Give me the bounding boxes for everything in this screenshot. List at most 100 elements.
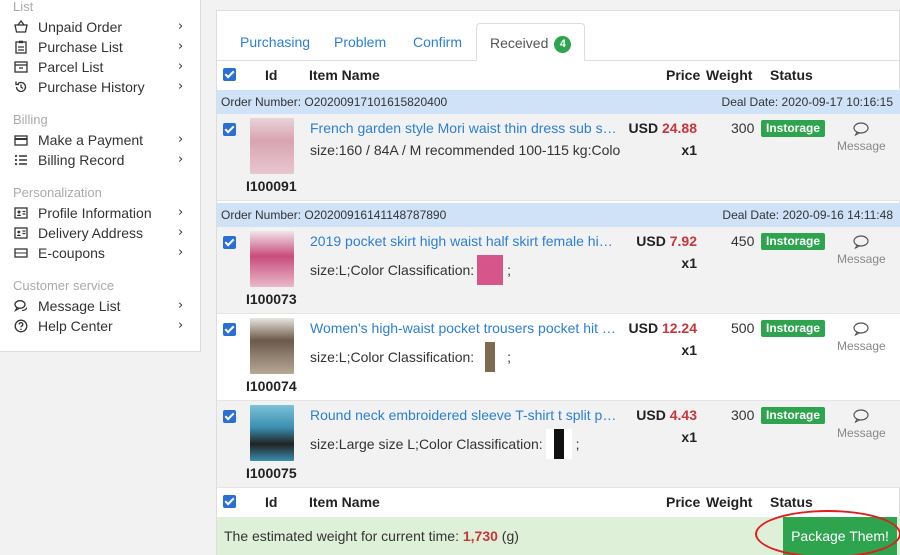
- sidebar-item-label: Profile Information: [38, 205, 152, 221]
- price: USD 7.92: [636, 233, 697, 249]
- message-button[interactable]: Message: [837, 122, 886, 153]
- quantity: x1: [681, 429, 697, 445]
- chevron-right-icon: ›: [178, 59, 184, 74]
- section-title-billing: Billing: [13, 112, 48, 127]
- product-thumbnail[interactable]: [250, 118, 294, 174]
- row-checkbox[interactable]: [223, 410, 236, 423]
- row-checkbox[interactable]: [223, 123, 236, 136]
- message-label: Message: [837, 139, 886, 153]
- sidebar-item-make-a-payment[interactable]: Make a Payment ›: [0, 130, 200, 150]
- question-icon: [14, 319, 28, 333]
- history-icon: [14, 80, 28, 94]
- column-header-weight: Weight: [706, 494, 753, 510]
- weight: 300: [731, 120, 755, 136]
- tab-problem[interactable]: Problem: [334, 25, 386, 60]
- status-badge: Instorage: [761, 120, 826, 137]
- sidebar-item-billing-record[interactable]: Billing Record ›: [0, 150, 200, 170]
- tab-received[interactable]: Received 4: [476, 23, 586, 61]
- sidebar-item-purchase-list[interactable]: Purchase List ›: [0, 37, 200, 57]
- column-header-status: Status: [770, 494, 813, 510]
- tab-purchasing[interactable]: Purchasing: [240, 25, 310, 60]
- product-thumbnail[interactable]: [250, 231, 294, 287]
- section-title-customer-service: Customer service: [13, 278, 115, 293]
- estimated-weight-text: The estimated weight for current time: 1…: [224, 528, 519, 544]
- chevron-right-icon: ›: [178, 225, 184, 240]
- chevron-right-icon: ›: [178, 298, 184, 313]
- estimated-weight-label: The estimated weight for current time:: [224, 528, 463, 544]
- product-title-link[interactable]: Round neck embroidered sleeve T-shirt t …: [310, 407, 620, 423]
- summary-bar: The estimated weight for current time: 1…: [217, 510, 900, 555]
- chevron-right-icon: ›: [178, 205, 184, 220]
- tab-confirm[interactable]: Confirm: [413, 25, 462, 60]
- message-button[interactable]: Message: [837, 409, 886, 440]
- product-id: I100074: [246, 378, 297, 394]
- color-swatch: [477, 255, 504, 285]
- chevron-right-icon: ›: [178, 19, 184, 34]
- table-row: I100073 2019 pocket skirt high waist hal…: [217, 227, 900, 314]
- chevron-right-icon: ›: [178, 79, 184, 94]
- price-amount: 12.24: [661, 320, 697, 336]
- sidebar-item-help-center[interactable]: Help Center ›: [0, 316, 200, 336]
- id-card-icon: [14, 206, 28, 220]
- sidebar-item-label: Purchase History: [38, 79, 145, 95]
- chevron-right-icon: ›: [178, 152, 184, 167]
- sidebar-item-label: Make a Payment: [38, 132, 144, 148]
- sidebar-item-parcel-list[interactable]: Parcel List ›: [0, 57, 200, 77]
- sidebar-item-label: Parcel List: [38, 59, 104, 75]
- select-all-checkbox[interactable]: [223, 495, 236, 508]
- sidebar-item-purchase-history[interactable]: Purchase History ›: [0, 77, 200, 97]
- product-thumbnail[interactable]: [250, 318, 294, 374]
- column-header-item-name: Item Name: [309, 494, 380, 510]
- message-label: Message: [837, 426, 886, 440]
- parcel-icon: [14, 60, 28, 74]
- status-badge: Instorage: [761, 407, 826, 424]
- product-title-link[interactable]: French garden style Mori waist thin dres…: [310, 120, 620, 136]
- currency: USD: [636, 233, 666, 249]
- weight: 300: [731, 407, 755, 423]
- sidebar-item-label: Delivery Address: [38, 225, 144, 241]
- column-header-price: Price: [666, 494, 701, 510]
- coupon-icon: [14, 246, 28, 260]
- message-button[interactable]: Message: [837, 322, 886, 353]
- sidebar-item-delivery-address[interactable]: Delivery Address ›: [0, 223, 200, 243]
- message-label: Message: [837, 252, 886, 266]
- order-number: Order Number: O20200916141148787890: [221, 208, 447, 222]
- sidebar-item-profile-information[interactable]: Profile Information ›: [0, 203, 200, 223]
- package-them-button[interactable]: Package Them!: [783, 517, 897, 555]
- quantity: x1: [681, 142, 697, 158]
- color-swatch: [477, 342, 504, 372]
- row-checkbox[interactable]: [223, 323, 236, 336]
- sidebar-item-label: Purchase List: [38, 39, 123, 55]
- price: USD 24.88: [629, 120, 698, 136]
- table-row: I100074 Women's high-waist pocket trouse…: [217, 314, 900, 401]
- sidebar-item-label: Billing Record: [38, 152, 125, 168]
- sidebar-item-label: Unpaid Order: [38, 19, 123, 35]
- tab-label: Received: [490, 35, 549, 51]
- sidebar-item-unpaid-order[interactable]: Unpaid Order ›: [0, 17, 200, 37]
- product-title-link[interactable]: 2019 pocket skirt high waist half skirt …: [310, 233, 620, 249]
- spec-text: size:Large size L;Color Classification:: [310, 436, 543, 452]
- column-header-price: Price: [666, 67, 701, 83]
- message-button[interactable]: Message: [837, 235, 886, 266]
- product-thumbnail[interactable]: [250, 405, 294, 461]
- basket-icon: [14, 20, 28, 34]
- quantity: x1: [681, 342, 697, 358]
- sidebar-item-e-coupons[interactable]: E-coupons ›: [0, 243, 200, 263]
- color-swatch: [545, 429, 572, 459]
- weight: 500: [731, 320, 755, 336]
- select-all-checkbox[interactable]: [223, 68, 236, 81]
- chat-icon: [853, 122, 869, 136]
- order-number: Order Number: O20200917101615820400: [221, 95, 448, 109]
- sidebar-item-label: E-coupons: [38, 245, 105, 261]
- status-badge: Instorage: [761, 233, 826, 250]
- product-id: I100075: [246, 465, 297, 481]
- address-card-icon: [14, 226, 28, 240]
- chevron-right-icon: ›: [178, 245, 184, 260]
- tab-bar: Purchasing Problem Confirm Received 4: [217, 11, 900, 61]
- product-title-link[interactable]: Women's high-waist pocket trousers pocke…: [310, 320, 620, 336]
- sidebar-item-message-list[interactable]: Message List ›: [0, 296, 200, 316]
- chevron-right-icon: ›: [178, 39, 184, 54]
- row-checkbox[interactable]: [223, 236, 236, 249]
- product-spec: size:L;Color Classification:;: [310, 255, 620, 285]
- sidebar-item-label: Help Center: [38, 318, 113, 334]
